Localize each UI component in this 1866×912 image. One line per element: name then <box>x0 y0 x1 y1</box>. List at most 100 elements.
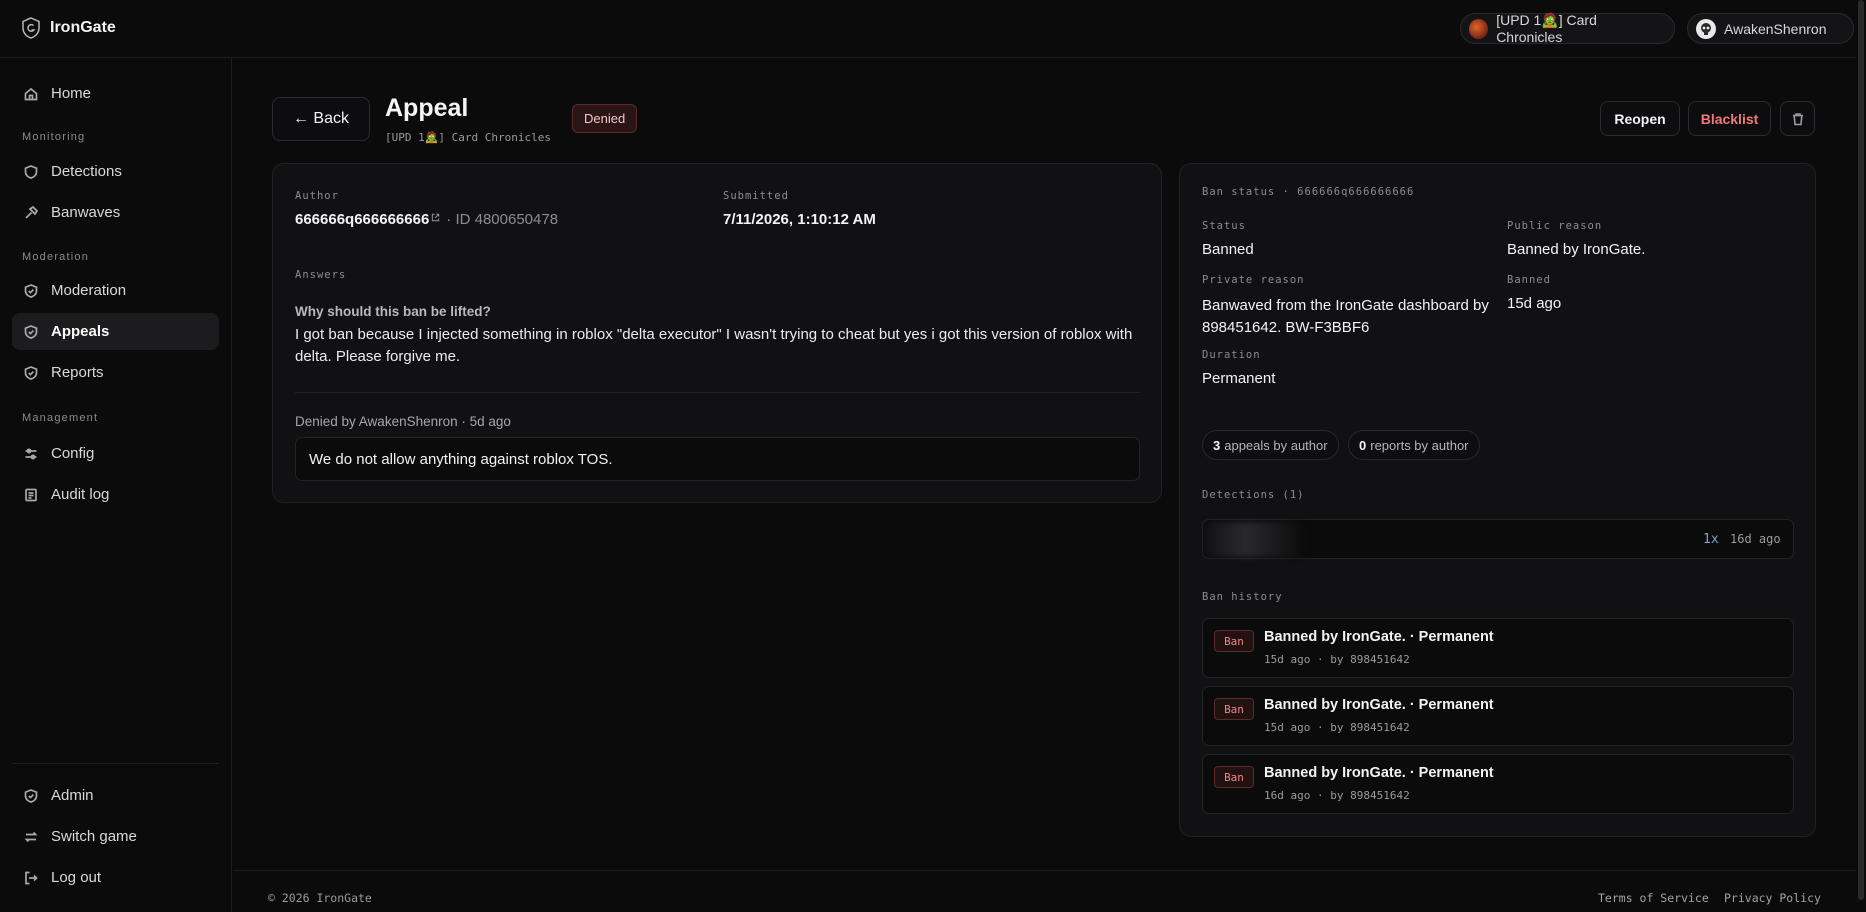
question-answer: I got ban because I injected something i… <box>295 326 1133 365</box>
brand[interactable]: IronGate <box>22 17 116 39</box>
game-name: [UPD 1🧟] Card Chronicles <box>1496 12 1597 45</box>
sidebar-item-audit-log[interactable]: Audit log <box>12 476 219 513</box>
ban-history-item[interactable]: Ban Banned by IronGate. · Permanent 15d … <box>1202 686 1794 746</box>
game-thumbnail <box>1469 18 1489 39</box>
submitted-value: 7/11/2026, 1:10:12 AM <box>723 211 876 228</box>
public-reason-value: Banned by IronGate. <box>1507 241 1646 258</box>
terms-link[interactable]: Terms of Service <box>1598 891 1709 905</box>
sidebar-item-label: Audit log <box>51 486 110 503</box>
status-label: Status <box>1202 220 1246 232</box>
appeals-count-text: appeals by author <box>1224 437 1328 453</box>
home-icon <box>24 87 38 100</box>
divider <box>12 763 219 764</box>
log-out-icon <box>25 871 38 884</box>
sidebar-item-detections[interactable]: Detections <box>12 153 219 190</box>
sidebar-item-label: Detections <box>51 163 122 180</box>
sliders-icon <box>25 448 37 459</box>
ban-badge: Ban <box>1214 698 1254 720</box>
ban-status-card: Ban status · 666666q666666666 Status Ban… <box>1179 163 1816 837</box>
trash-icon <box>1792 112 1803 125</box>
ban-badge: Ban <box>1214 766 1254 788</box>
sidebar-item-label: Admin <box>51 787 94 804</box>
divider <box>295 392 1140 393</box>
scrollbar[interactable] <box>1856 0 1866 912</box>
status-badge: Denied <box>572 104 638 133</box>
main-content: ← Back Appeal [UPD 1🧟] Card Chronicles D… <box>233 58 1856 912</box>
section-monitoring: Monitoring <box>22 131 86 143</box>
decision-note: We do not allow anything against roblox … <box>295 437 1140 481</box>
footer: © 2026 IronGate Terms of Service Privacy… <box>233 870 1856 912</box>
page-subtitle: [UPD 1🧟] Card Chronicles <box>385 131 552 144</box>
ban-status-header: Ban status · 666666q666666666 <box>1202 186 1415 198</box>
ban-badge: Ban <box>1214 630 1254 652</box>
ban-history-item[interactable]: Ban Banned by IronGate. · Permanent 16d … <box>1202 754 1794 814</box>
public-reason-label: Public reason <box>1507 220 1603 232</box>
sidebar-item-label: Moderation <box>51 282 127 299</box>
delete-button[interactable] <box>1780 101 1815 136</box>
copyright: © 2026 IronGate <box>268 891 372 905</box>
brand-name: IronGate <box>50 19 116 36</box>
private-reason-value: Banwaved from the IronGate dashboard by … <box>1202 297 1489 336</box>
ban-history-title: Banned by IronGate. · Permanent <box>1264 765 1494 781</box>
reports-count-text: reports by author <box>1370 437 1469 453</box>
author-row: 666666q666666666 · ID 4800650478 <box>295 211 558 228</box>
avatar <box>1696 18 1716 39</box>
sidebar-item-moderation[interactable]: Moderation <box>12 272 219 309</box>
author-id: · ID 4800650478 <box>446 211 559 228</box>
detection-count: 1x <box>1703 532 1719 547</box>
irongate-logo-icon <box>22 17 40 39</box>
submitted-label: Submitted <box>723 190 789 202</box>
sidebar-item-config[interactable]: Config <box>12 435 219 472</box>
sidebar-item-log-out[interactable]: Log out <box>12 859 219 896</box>
detections-header: Detections (1) <box>1202 489 1305 501</box>
shield-check-icon <box>24 283 38 298</box>
banned-label: Banned <box>1507 274 1551 286</box>
document-icon <box>25 488 37 501</box>
ban-history-meta: 15d ago · by 898451642 <box>1264 653 1410 666</box>
reports-count-chip[interactable]: 0 reports by author <box>1348 430 1480 460</box>
sidebar-item-label: Banwaves <box>51 204 121 221</box>
sidebar-item-label: Reports <box>51 364 104 381</box>
sidebar-item-banwaves[interactable]: Banwaves <box>12 194 219 231</box>
author-link[interactable]: 666666q666666666 <box>295 211 429 228</box>
privacy-link[interactable]: Privacy Policy <box>1724 891 1821 905</box>
sidebar-item-home[interactable]: Home <box>12 75 219 112</box>
shield-check-icon <box>24 365 38 380</box>
banned-value: 15d ago <box>1507 295 1562 312</box>
blacklist-button[interactable]: Blacklist <box>1688 101 1771 136</box>
shield-icon <box>24 164 38 179</box>
sidebar-item-switch-game[interactable]: Switch game <box>12 818 219 855</box>
sidebar-item-admin[interactable]: Admin <box>12 777 219 814</box>
duration-label: Duration <box>1202 349 1261 361</box>
sidebar-item-appeals[interactable]: Appeals <box>12 313 219 350</box>
answers-label: Answers <box>295 269 347 281</box>
hammer-icon <box>25 205 38 219</box>
status-value: Banned <box>1202 241 1254 258</box>
shield-check-icon <box>24 788 38 803</box>
user-name: AwakenShenron <box>1724 20 1827 37</box>
user-menu[interactable]: AwakenShenron <box>1687 13 1854 44</box>
switch-arrows-icon <box>24 831 38 842</box>
detection-row[interactable]: 1x 16d ago <box>1202 519 1794 559</box>
ban-history-meta: 16d ago · by 898451642 <box>1264 789 1410 802</box>
sidebar-item-label: Log out <box>51 869 102 886</box>
detection-time: 16d ago <box>1730 532 1781 546</box>
sidebar: Home Monitoring Detections Banwaves Mode… <box>0 58 232 912</box>
appeal-card: Author 666666q666666666 · ID 4800650478 … <box>272 163 1162 503</box>
reports-count: 0 <box>1359 437 1367 453</box>
private-reason-label: Private reason <box>1202 274 1305 286</box>
game-selector[interactable]: [UPD 1🧟] Card Chronicles <box>1460 12 1675 45</box>
shield-check-icon <box>24 324 38 339</box>
external-link-icon[interactable] <box>431 213 440 222</box>
sidebar-item-label: Switch game <box>51 828 137 845</box>
ban-history-item[interactable]: Ban Banned by IronGate. · Permanent 15d … <box>1202 618 1794 678</box>
ban-history-title: Banned by IronGate. · Permanent <box>1264 697 1494 713</box>
sidebar-item-reports[interactable]: Reports <box>12 354 219 391</box>
appeals-count-chip[interactable]: 3 appeals by author <box>1202 430 1339 460</box>
reopen-button[interactable]: Reopen <box>1600 101 1680 136</box>
section-moderation: Moderation <box>22 251 90 263</box>
appeals-count: 3 <box>1213 437 1221 453</box>
sidebar-item-label: Appeals <box>51 323 110 340</box>
back-button[interactable]: ← Back <box>272 97 370 141</box>
page-title: Appeal <box>385 94 469 122</box>
